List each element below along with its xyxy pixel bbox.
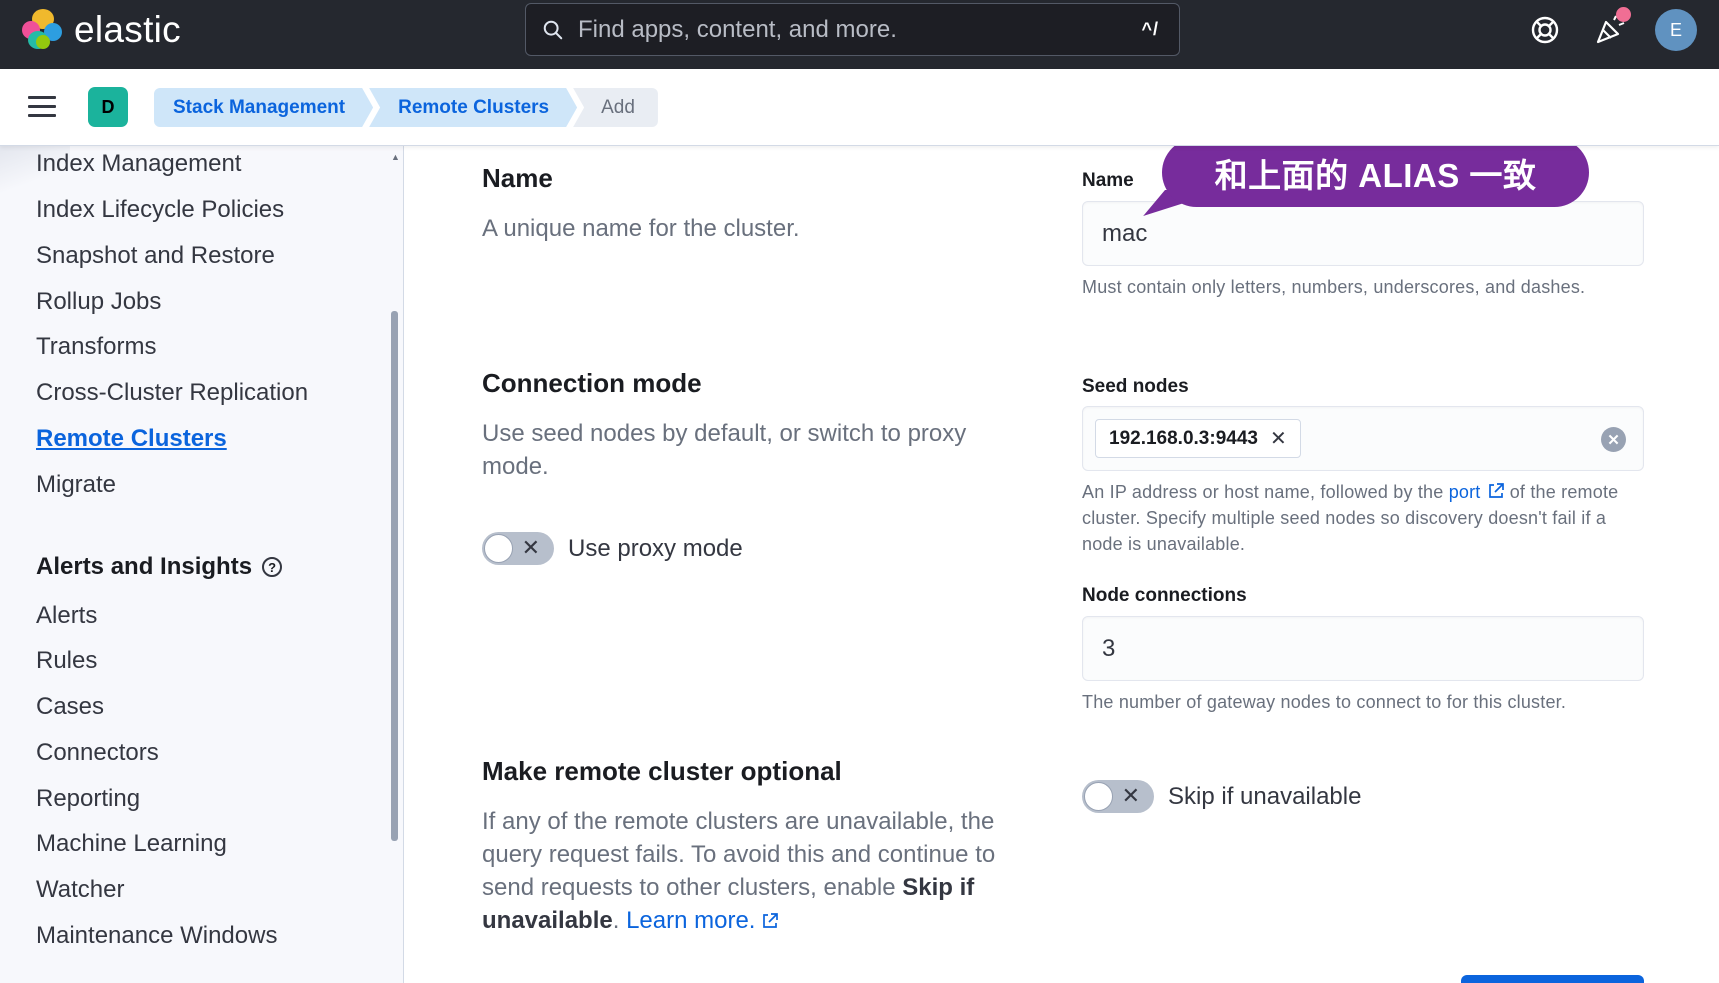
seed-node-pill: 192.168.0.3:9443 ✕ [1095,419,1301,458]
breadcrumb-remote-clusters[interactable]: Remote Clusters [369,88,577,127]
optional-section-title: Make remote cluster optional [482,756,842,786]
proxy-mode-switch[interactable]: ✕ [482,532,554,565]
name-section-title: Name [482,163,553,193]
notification-dot [1616,7,1631,22]
node-connections-field[interactable] [1082,616,1644,681]
elastic-logo[interactable]: elastic [22,9,181,51]
top-header: elastic ^/ E [0,0,1719,69]
sidebar-item-snapshot-and-restore[interactable]: Snapshot and Restore [36,242,275,270]
seed-nodes-label: Seed nodes [1082,376,1189,397]
proxy-mode-label: Use proxy mode [568,534,743,562]
remove-pill-icon[interactable]: ✕ [1270,426,1287,451]
cross-icon: ✕ [521,535,540,560]
global-search[interactable]: ^/ [525,3,1180,56]
name-help-text: Must contain only letters, numbers, unde… [1082,277,1586,297]
port-link[interactable]: port [1449,482,1481,502]
seed-nodes-combobox[interactable]: 192.168.0.3:9443 ✕ ✕ [1082,406,1644,471]
help-menu-button[interactable] [1525,10,1565,50]
sidebar-item-machine-learning[interactable]: Machine Learning [36,830,227,858]
sidebar: ▲ Index Management Index Lifecycle Polic… [0,146,404,983]
sidebar-item-cases[interactable]: Cases [36,693,104,721]
seed-node-value: 192.168.0.3:9443 [1109,427,1258,449]
breadcrumb-bar: D Stack Management Remote Clusters Add [0,69,1719,146]
name-input[interactable] [1102,220,1602,248]
name-section-description: A unique name for the cluster. [482,215,800,242]
sidebar-item-rollup-jobs[interactable]: Rollup Jobs [36,288,161,316]
sidebar-item-connectors[interactable]: Connectors [36,739,159,767]
node-connections-help-text: The number of gateway nodes to connect t… [1082,692,1567,712]
annotation-callout: 和上面的 ALIAS 一致 [1162,138,1589,207]
question-icon[interactable]: ? [262,557,283,577]
breadcrumb: Stack Management Remote Clusters Add [154,88,658,127]
search-shortcut-hint: ^/ [1141,19,1159,39]
sidebar-item-alerts[interactable]: Alerts [36,602,97,630]
hamburger-icon [28,96,56,99]
sidebar-item-index-lifecycle-policies[interactable]: Index Lifecycle Policies [36,196,284,224]
sidebar-item-rules[interactable]: Rules [36,647,97,675]
connection-mode-title: Connection mode [482,368,702,398]
logo-text: elastic [74,9,181,50]
scroll-up-arrow-icon[interactable]: ▲ [391,152,400,162]
search-input[interactable] [578,15,1142,44]
sidebar-section-title: Alerts and Insights [36,553,253,580]
skip-unavailable-switch-row[interactable]: ✕ Skip if unavailable [1082,780,1361,813]
sidebar-item-maintenance-windows[interactable]: Maintenance Windows [36,922,277,950]
external-link-icon [1488,483,1504,498]
search-icon [543,20,563,39]
sidebar-scrollbar[interactable] [391,311,398,841]
sidebar-item-cross-cluster-replication[interactable]: Cross-Cluster Replication [36,379,308,407]
learn-more-link[interactable]: Learn more. [626,907,755,934]
user-avatar[interactable]: E [1655,9,1697,51]
menu-toggle-button[interactable] [28,96,56,118]
seed-nodes-help-text: An IP address or host name, followed by … [1082,482,1619,554]
name-field-label: Name [1082,170,1134,191]
external-link-icon [763,913,779,928]
sidebar-item-migrate[interactable]: Migrate [36,471,116,499]
clear-icon[interactable]: ✕ [1601,427,1626,452]
breadcrumb-add: Add [573,88,658,127]
proxy-mode-switch-row[interactable]: ✕ Use proxy mode [482,532,743,565]
sidebar-item-index-management[interactable]: Index Management [36,150,241,178]
space-avatar[interactable]: D [88,87,128,127]
node-connections-input[interactable] [1102,635,1602,663]
sidebar-item-transforms[interactable]: Transforms [36,333,156,361]
connection-mode-description: Use seed nodes by default, or switch to … [482,420,967,480]
optional-section-description: If any of the remote clusters are unavai… [482,808,996,934]
sidebar-item-remote-clusters[interactable]: Remote Clusters [36,425,227,453]
sidebar-item-watcher[interactable]: Watcher [36,876,124,904]
lifebuoy-icon [1531,16,1559,44]
sidebar-section-alerts-and-insights: Alerts and Insights ? [36,553,283,581]
cross-icon: ✕ [1121,783,1140,808]
primary-action-button[interactable] [1461,975,1644,983]
sidebar-item-reporting[interactable]: Reporting [36,785,140,813]
breadcrumb-stack-management[interactable]: Stack Management [154,88,373,127]
skip-unavailable-switch[interactable]: ✕ [1082,780,1154,813]
skip-unavailable-label: Skip if unavailable [1168,782,1362,810]
elastic-logo-icon [22,9,64,51]
node-connections-label: Node connections [1082,585,1247,606]
